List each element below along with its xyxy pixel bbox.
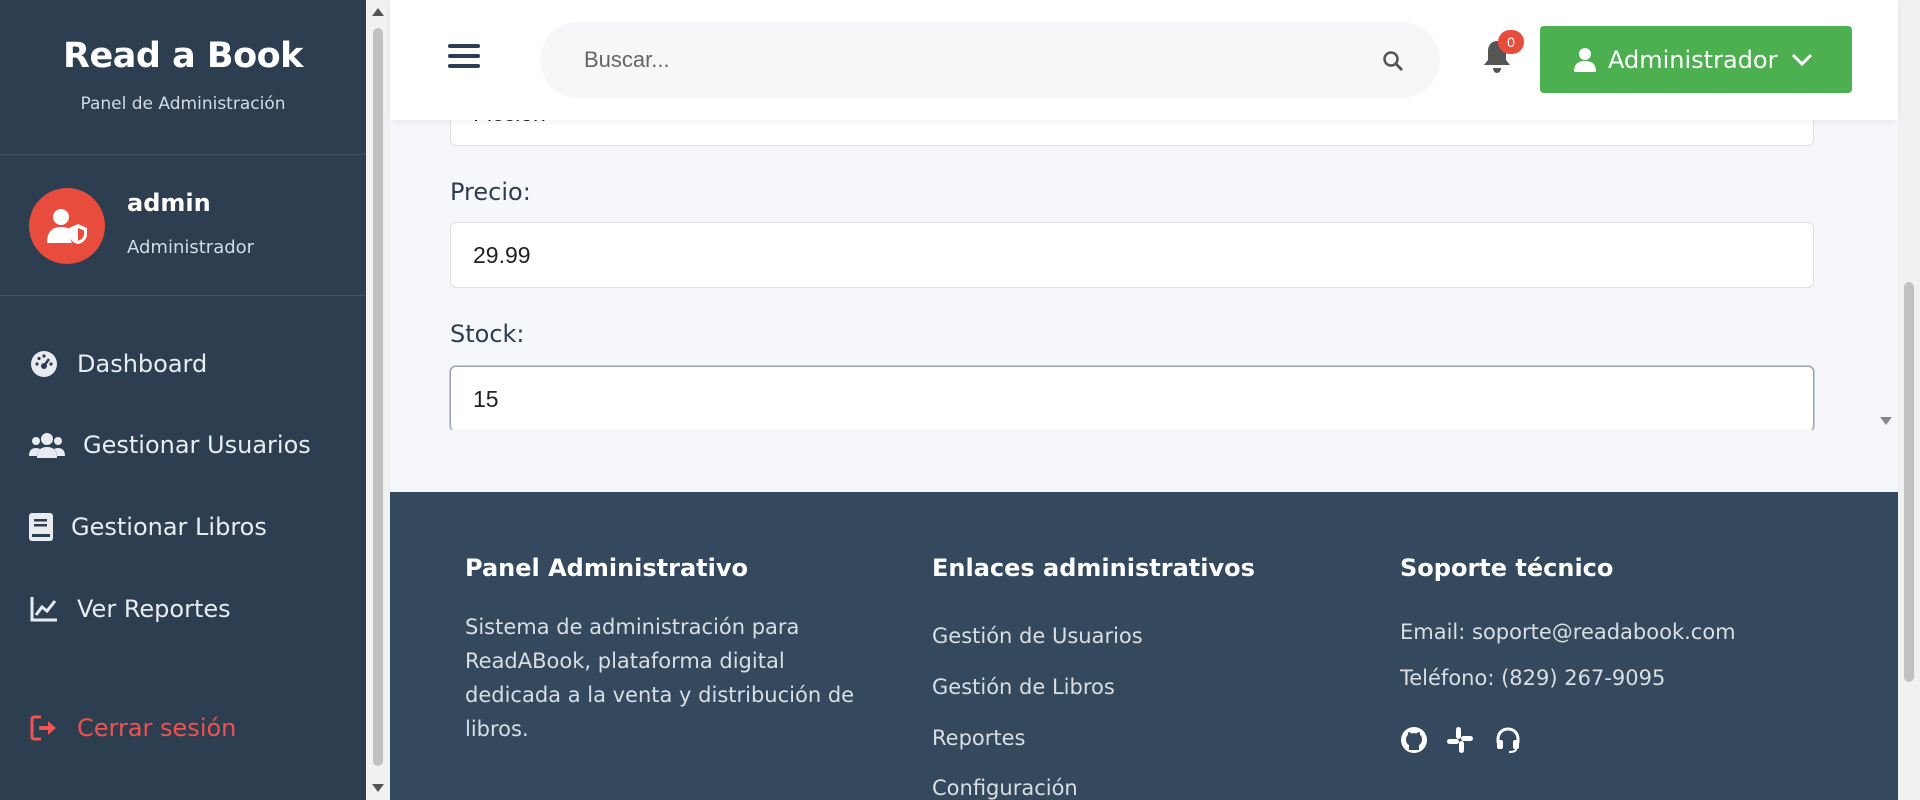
search-icon[interactable]: [1382, 50, 1404, 72]
admin-avatar: [29, 188, 105, 264]
scroll-down-arrow-icon[interactable]: [372, 784, 384, 792]
hamburger-menu-button[interactable]: [448, 44, 480, 74]
nav-dashboard[interactable]: Dashboard: [0, 334, 366, 394]
top-header: 0 Administrador: [390, 0, 1898, 120]
nav-gestionar-usuarios-label: Gestionar Usuarios: [83, 431, 311, 459]
dashboard-icon: [29, 349, 59, 379]
footer: Panel Administrativo Sistema de administ…: [390, 492, 1898, 800]
footer-about-text: Sistema de administración para ReadABook…: [465, 615, 855, 741]
chevron-down-icon: [1792, 53, 1813, 66]
nav-ver-reportes-label: Ver Reportes: [77, 595, 231, 623]
footer-admin-links-title: Enlaces administrativos: [932, 554, 1255, 582]
footer-link-reportes[interactable]: Reportes: [932, 726, 1025, 750]
github-icon[interactable]: [1400, 726, 1428, 754]
book-icon: [29, 512, 53, 542]
menu-bar: [448, 54, 480, 58]
search-bar: [540, 22, 1440, 98]
menu-bar: [448, 44, 480, 48]
stock-field[interactable]: [450, 366, 1814, 430]
footer-link-usuarios[interactable]: Gestión de Usuarios: [932, 624, 1143, 648]
page-scrollbar-thumb[interactable]: [1904, 282, 1914, 682]
price-input[interactable]: [451, 223, 1813, 287]
price-field[interactable]: [450, 222, 1814, 288]
logout-button[interactable]: Cerrar sesión: [0, 698, 366, 758]
footer-link-configuracion[interactable]: Configuración: [932, 776, 1078, 800]
headset-icon[interactable]: [1494, 726, 1522, 754]
support-phone: Teléfono: (829) 267-9095: [1400, 666, 1666, 690]
nav-gestionar-libros[interactable]: Gestionar Libros: [0, 497, 366, 557]
nav-ver-reportes[interactable]: Ver Reportes: [0, 579, 366, 639]
user-profile: admin Administrador: [0, 155, 366, 296]
brand: Read a Book Panel de Administración: [0, 0, 366, 155]
brand-subtitle: Panel de Administración: [80, 94, 286, 114]
page-scrollbar[interactable]: [1898, 0, 1920, 800]
footer-link-libros[interactable]: Gestión de Libros: [932, 675, 1115, 699]
footer-about-title: Panel Administrativo: [465, 554, 749, 582]
admin-dropdown-label: Administrador: [1608, 45, 1778, 74]
user-name: admin: [127, 189, 211, 217]
form-scroll-down-arrow-icon[interactable]: [1880, 417, 1892, 425]
user-icon: [1574, 47, 1596, 72]
users-icon: [29, 430, 65, 460]
price-label: Precio:: [450, 178, 531, 206]
nav-gestionar-usuarios[interactable]: Gestionar Usuarios: [0, 415, 366, 475]
footer-about: Panel Administrativo Sistema de administ…: [465, 554, 885, 746]
sidebar: Read a Book Panel de Administración admi…: [0, 0, 366, 800]
slack-icon[interactable]: [1446, 726, 1474, 754]
sidebar-scrollbar[interactable]: [366, 0, 390, 800]
user-role: Administrador: [127, 237, 255, 258]
search-input[interactable]: [584, 22, 1364, 98]
support-email: Email: soporte@readabook.com: [1400, 620, 1736, 644]
sidebar-scrollbar-thumb[interactable]: [373, 28, 383, 766]
footer-admin-links: Enlaces administrativos Gestión de Usuar…: [932, 554, 1352, 800]
footer-support-title: Soporte técnico: [1400, 554, 1614, 582]
brand-title: Read a Book: [63, 36, 303, 76]
stock-input[interactable]: [451, 367, 1813, 430]
scroll-up-arrow-icon[interactable]: [372, 8, 384, 16]
admin-dropdown-button[interactable]: Administrador: [1540, 26, 1852, 93]
menu-bar: [448, 64, 480, 68]
nav-gestionar-libros-label: Gestionar Libros: [71, 513, 267, 541]
footer-support: Soporte técnico Email: soporte@readabook…: [1400, 554, 1820, 764]
sign-out-icon: [29, 713, 59, 743]
nav-dashboard-label: Dashboard: [77, 350, 208, 378]
chart-line-icon: [29, 594, 59, 624]
user-shield-icon: [47, 209, 87, 244]
notification-count-badge: 0: [1498, 30, 1524, 54]
stock-label: Stock:: [450, 320, 525, 348]
logout-label: Cerrar sesión: [77, 714, 237, 742]
